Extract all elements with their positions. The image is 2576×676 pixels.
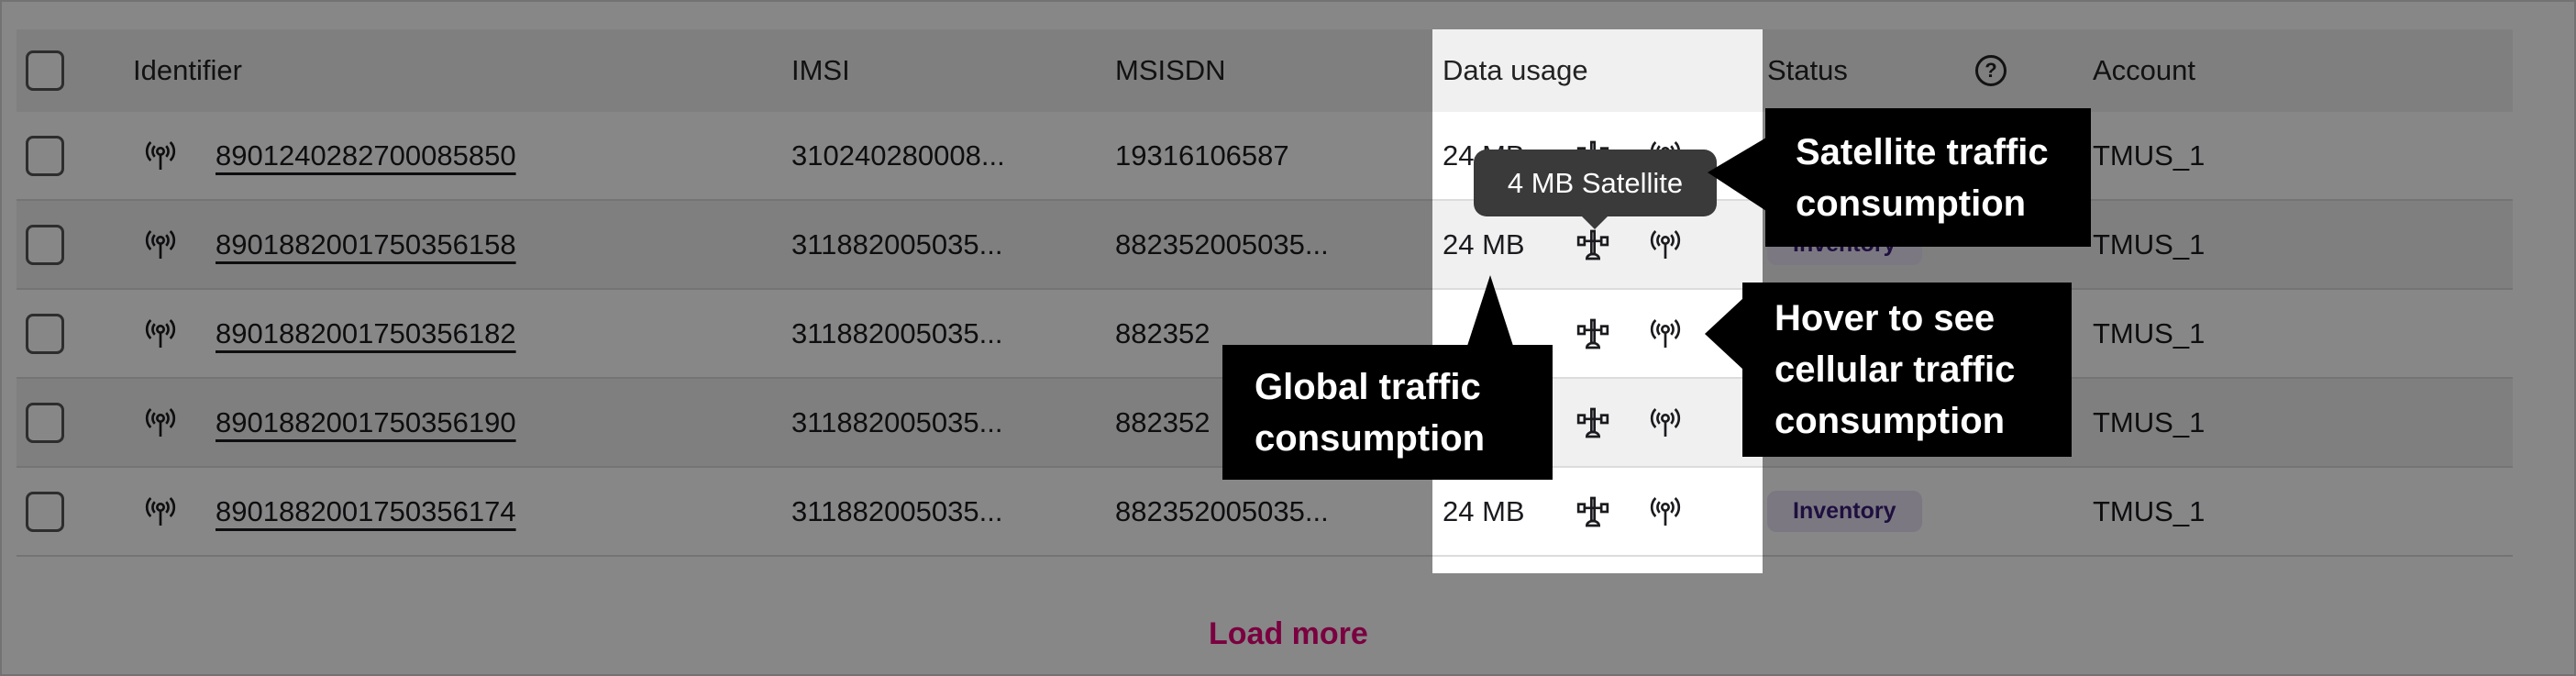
cellular-traffic-icon[interactable] xyxy=(1647,316,1684,352)
overlay xyxy=(0,29,1432,676)
col-data-usage[interactable]: Data usage xyxy=(1443,29,1588,112)
cellular-traffic-icon[interactable] xyxy=(1647,493,1684,530)
callout-satellite-text: Satellite traffic consumption xyxy=(1796,131,2049,224)
satellite-icon[interactable] xyxy=(1575,316,1611,352)
satellite-icon[interactable] xyxy=(1575,404,1611,441)
cellular-traffic-icon[interactable] xyxy=(1647,404,1684,441)
callout-global-arrow xyxy=(1467,275,1513,346)
load-more-button[interactable]: Load more xyxy=(1209,616,1368,652)
overlay xyxy=(0,0,2576,29)
callout-satellite: Satellite traffic consumption xyxy=(1765,108,2091,247)
callout-hover-arrow xyxy=(1705,298,1743,370)
data-usage-value: 24 MB xyxy=(1443,494,1525,527)
satellite-tooltip: 4 MB Satellite xyxy=(1474,150,1717,229)
callout-hover-text: Hover to see cellular traffic consumptio… xyxy=(1774,298,2016,441)
satellite-icon[interactable] xyxy=(1575,493,1611,530)
callout-global-text: Global traffic consumption xyxy=(1255,366,1486,459)
cellular-traffic-icon[interactable] xyxy=(1647,227,1684,263)
callout-satellite-arrow xyxy=(1708,138,1766,211)
overlay xyxy=(1432,573,1763,676)
callout-hover: Hover to see cellular traffic consumptio… xyxy=(1742,283,2072,457)
callout-global: Global traffic consumption xyxy=(1222,345,1553,480)
satellite-icon[interactable] xyxy=(1575,227,1611,263)
